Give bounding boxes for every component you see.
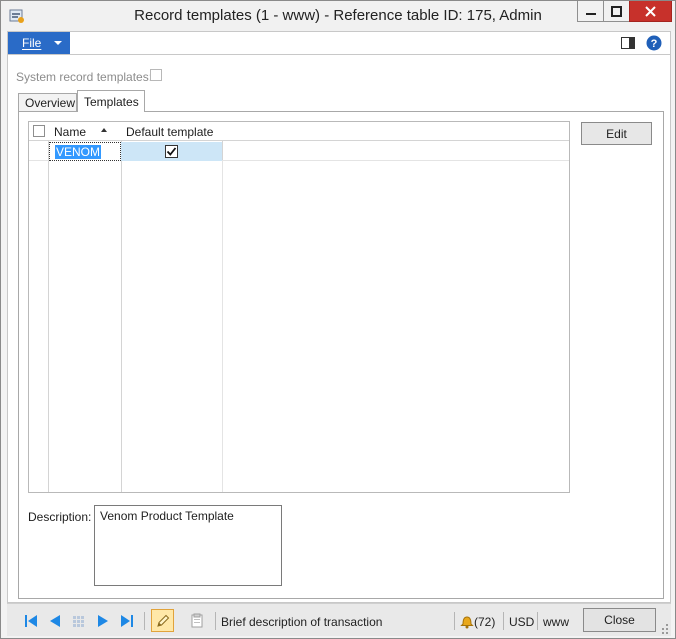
description-field[interactable]: Venom Product Template (94, 505, 282, 586)
status-bar: Brief description of transaction (72) US… (7, 603, 671, 636)
column-header-default-template[interactable]: Default template (126, 125, 213, 139)
sort-ascending-icon (101, 128, 107, 132)
templates-tab-panel: Name Default template VENOM Edit Descrip… (18, 111, 664, 599)
grid-column-separator (222, 161, 223, 492)
ribbon: File ? (7, 31, 671, 55)
tab-templates-label: Templates (84, 94, 139, 109)
tab-overview-label: Overview (25, 96, 76, 110)
grid-header: Name Default template (29, 122, 569, 141)
close-button[interactable]: Close (583, 608, 656, 632)
maximize-icon (611, 5, 622, 17)
select-all-checkbox[interactable] (33, 125, 45, 137)
help-icon[interactable]: ? (646, 35, 662, 51)
document-handling-icon[interactable] (189, 613, 205, 628)
record-templates-window: Record templates (1 - www) - Reference t… (0, 0, 676, 639)
templates-grid[interactable]: Name Default template VENOM (28, 121, 570, 493)
edit-button-label: Edit (606, 126, 627, 141)
system-record-templates-checkbox[interactable] (150, 69, 162, 81)
status-separator (503, 612, 504, 630)
default-template-checkbox[interactable] (165, 145, 178, 158)
last-record-icon[interactable] (119, 614, 135, 628)
table-row[interactable]: VENOM (29, 142, 569, 161)
title-bar: Record templates (1 - www) - Reference t… (1, 1, 675, 31)
previous-record-icon[interactable] (47, 614, 63, 628)
minimize-button[interactable] (577, 1, 604, 22)
grid-column-separator (121, 122, 122, 492)
status-separator (215, 612, 216, 630)
close-window-button[interactable] (629, 1, 672, 22)
pencil-icon (156, 614, 169, 627)
column-header-name[interactable]: Name (54, 125, 86, 139)
company-indicator[interactable]: www (543, 615, 569, 629)
tab-templates[interactable]: Templates (77, 90, 145, 112)
chevron-down-icon (54, 41, 62, 45)
svg-text:?: ? (651, 38, 658, 50)
edit-mode-toggle[interactable] (151, 609, 174, 632)
form-body: System record templates: Overview Templa… (7, 55, 671, 603)
transaction-description: Brief description of transaction (221, 615, 383, 629)
resize-grip-icon[interactable] (659, 622, 669, 634)
file-menu-button[interactable]: File (8, 32, 70, 54)
description-label: Description: (28, 510, 92, 524)
bell-icon[interactable] (459, 613, 475, 629)
minimize-icon (585, 13, 596, 15)
notification-count[interactable]: (72) (474, 615, 495, 629)
name-cell-value: VENOM (55, 145, 102, 159)
close-icon (645, 5, 656, 17)
close-button-label: Close (604, 613, 635, 627)
edit-button[interactable]: Edit (581, 122, 652, 145)
record-list-icon[interactable] (71, 614, 87, 628)
next-record-icon[interactable] (95, 614, 111, 628)
status-separator (144, 612, 145, 630)
name-cell-input[interactable]: VENOM (49, 142, 121, 161)
layout-icon[interactable] (620, 35, 636, 51)
description-value: Venom Product Template (100, 509, 234, 523)
status-separator (454, 612, 455, 630)
first-record-icon[interactable] (23, 614, 39, 628)
system-record-templates-label: System record templates: (16, 70, 153, 84)
window-title: Record templates (1 - www) - Reference t… (134, 7, 542, 24)
grid-column-separator (48, 122, 49, 492)
currency-indicator[interactable]: USD (509, 615, 534, 629)
tab-overview[interactable]: Overview (18, 93, 77, 112)
checkmark-icon (166, 147, 177, 156)
file-menu-label: File (22, 36, 42, 50)
maximize-button[interactable] (603, 1, 630, 22)
status-separator (537, 612, 538, 630)
